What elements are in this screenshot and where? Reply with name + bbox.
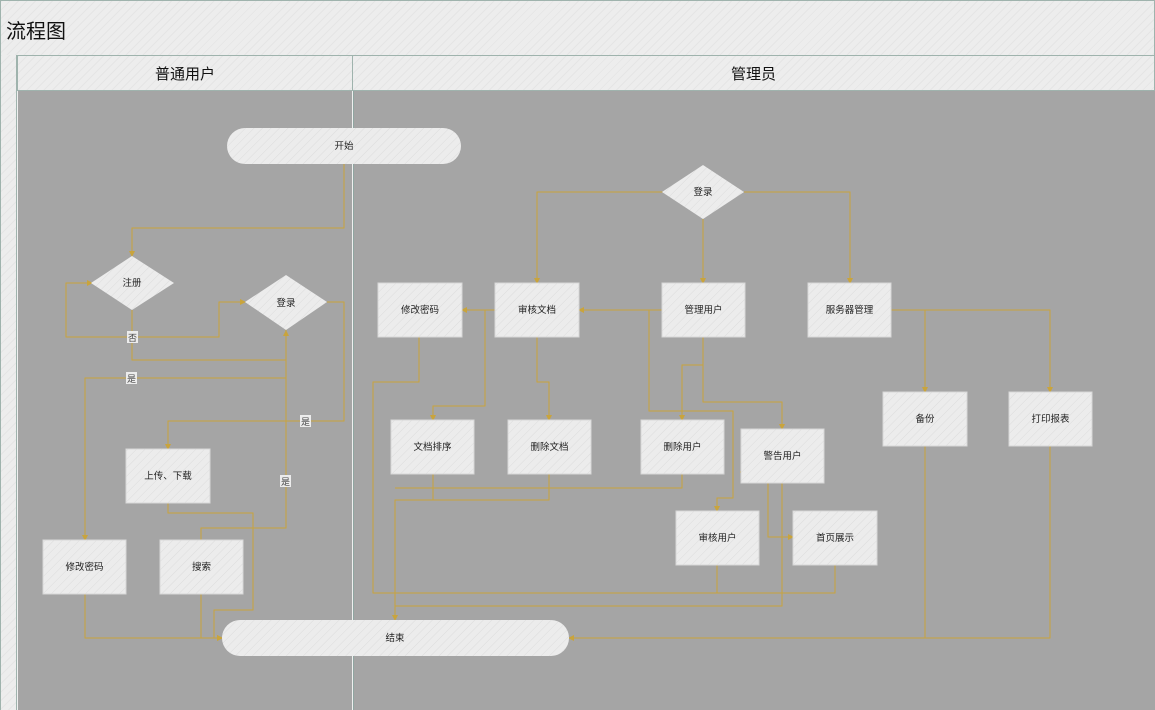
edge-manage-deluser: [679, 337, 704, 421]
node-backup-label: 备份: [915, 413, 935, 425]
node-admin-change-password-label: 修改密码: [401, 304, 439, 316]
node-review-user: 审核用户: [675, 510, 760, 566]
node-upload-download-label: 上传、下载: [144, 470, 192, 482]
node-register-label: 注册: [122, 277, 142, 289]
node-user-change-password: 修改密码: [42, 539, 127, 595]
edge-label-no-text: 否: [128, 333, 137, 344]
edge-start-register: [129, 164, 345, 257]
node-admin-login: 登录: [662, 165, 744, 219]
edge-home-end: [717, 565, 836, 594]
edge-server-print: [925, 309, 1053, 393]
node-sort-docs: 文档排序: [390, 419, 475, 475]
node-admin-change-password: 修改密码: [377, 282, 463, 338]
edge-alogin-review: [534, 191, 663, 284]
edge-register-login: [132, 299, 246, 338]
node-admin-login-label: 登录: [693, 187, 713, 198]
node-user-change-password-label: 修改密码: [65, 561, 103, 573]
edge-deluser-end: [395, 474, 683, 489]
edge-manage-reviewuser: [648, 310, 734, 512]
edge-server-backup: [891, 309, 928, 393]
edge-label-yes-1: 是: [126, 372, 137, 385]
flowchart-canvas: 否 是 是 是 开始 注册 登录 上传、下载 修改密码 搜索 结束 登录 修改密…: [42, 128, 1093, 656]
edge-reviewuser-end: [395, 565, 718, 594]
node-upload-download: 上传、下载: [125, 448, 211, 504]
node-review-docs-label: 审核文档: [518, 304, 556, 316]
edge-deldocs-end: [433, 474, 550, 501]
node-review-user-label: 审核用户: [698, 532, 736, 544]
node-print-report-label: 打印报表: [1031, 413, 1070, 425]
node-review-docs: 审核文档: [494, 282, 580, 338]
node-end: 结束: [222, 620, 569, 656]
node-search-label: 搜索: [192, 561, 211, 573]
edge-label-yes-text: 是: [127, 374, 136, 385]
node-delete-user-label: 删除用户: [663, 441, 701, 453]
edge-login-upload: [165, 301, 345, 450]
edge-alogin-server: [744, 191, 853, 284]
edge-print-end: [925, 446, 1051, 639]
node-delete-docs: 删除文档: [507, 419, 592, 475]
node-delete-user: 删除用户: [640, 419, 725, 475]
node-backup: 备份: [882, 391, 968, 447]
node-start: 开始: [227, 128, 461, 164]
edge-manage-warn: [702, 365, 785, 430]
node-home-display: 首页展示: [792, 510, 878, 566]
node-delete-docs-label: 删除文档: [530, 441, 568, 453]
node-search: 搜索: [159, 539, 244, 595]
node-print-report: 打印报表: [1008, 391, 1093, 447]
edge-label-yes-3: 是: [280, 475, 291, 488]
node-end-label: 结束: [385, 632, 405, 644]
node-user-login-label: 登录: [276, 298, 296, 309]
edge-label-yes-text: 是: [281, 477, 290, 488]
edge-sort-end: [392, 474, 434, 621]
node-user-login: 登录: [245, 275, 327, 330]
node-server-management: 服务器管理: [807, 282, 892, 338]
edge-review-deldocs: [536, 337, 552, 421]
node-register: 注册: [91, 256, 174, 310]
node-manage-users-label: 管理用户: [684, 304, 722, 316]
node-manage-users: 管理用户: [661, 282, 746, 338]
edge-search-end: [200, 594, 222, 639]
edge-label-no: 否: [127, 331, 138, 344]
node-warn-user-label: 警告用户: [763, 450, 801, 462]
edge-search-login: [200, 330, 289, 540]
node-start-label: 开始: [334, 140, 354, 152]
node-sort-docs-label: 文档排序: [413, 441, 452, 453]
edge-login-yes-register: [131, 329, 287, 361]
node-server-management-label: 服务器管理: [826, 304, 874, 316]
edge-label-yes-2: 是: [300, 415, 311, 428]
node-home-display-label: 首页展示: [816, 532, 854, 544]
edge-label-yes-text: 是: [301, 417, 310, 428]
node-warn-user: 警告用户: [740, 428, 825, 484]
